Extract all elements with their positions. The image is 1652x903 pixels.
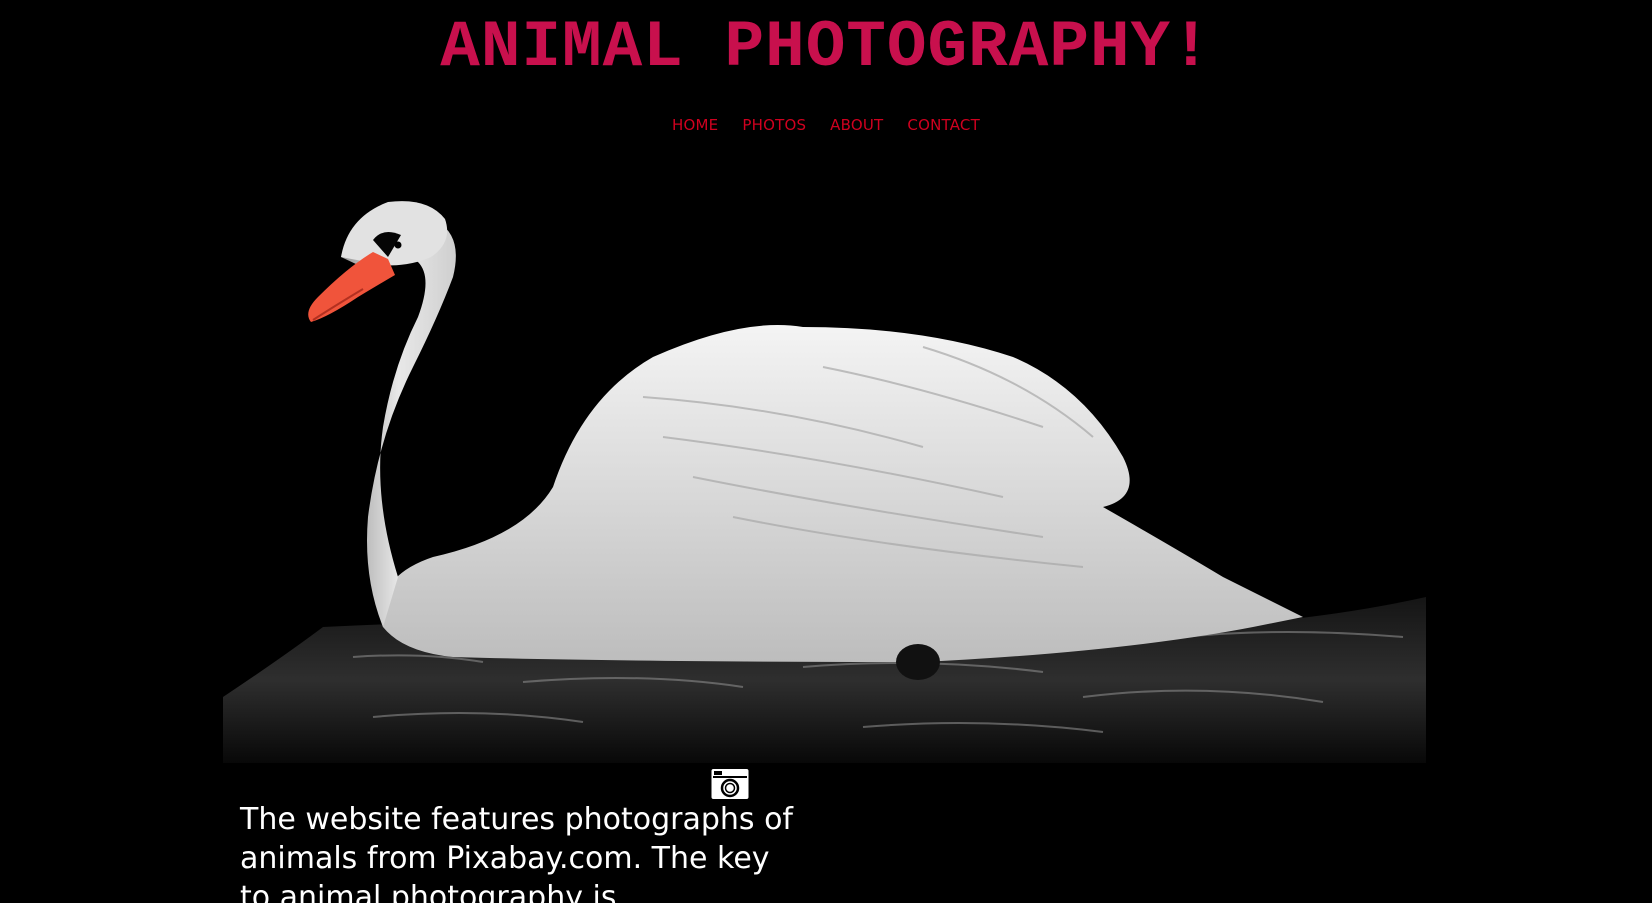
hero-swan-image [223, 157, 1426, 763]
nav-item-contact[interactable]: CONTACT [907, 112, 980, 138]
nav-item-home[interactable]: HOME [672, 112, 718, 138]
camera-icon [709, 764, 751, 802]
nav-item-about[interactable]: ABOUT [830, 112, 883, 138]
site-title: ANIMAL PHOTOGRAPHY! [440, 10, 1212, 85]
main-nav: HOME PHOTOS ABOUT CONTACT [0, 112, 1652, 138]
intro-paragraph: The website features photographs of anim… [240, 802, 793, 903]
nav-item-photos[interactable]: PHOTOS [742, 112, 806, 138]
